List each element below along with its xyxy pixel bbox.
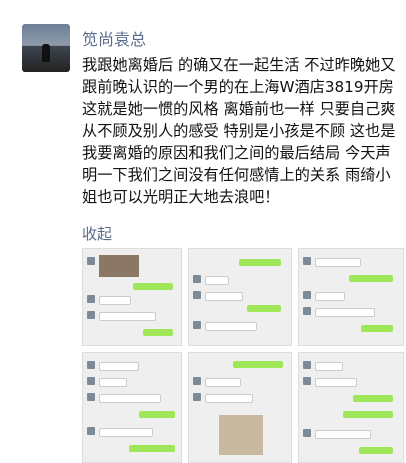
attachment-image-4[interactable]	[82, 352, 182, 463]
attachment-image-5[interactable]	[188, 352, 292, 463]
username[interactable]: 笕尚袁总	[82, 26, 146, 50]
collapse-link[interactable]: 收起	[82, 223, 112, 244]
avatar[interactable]	[22, 24, 70, 72]
attachment-image-1[interactable]	[82, 248, 182, 346]
attachment-image-3[interactable]	[298, 248, 404, 346]
post-text: 我跟她离婚后 的确又在一起生活 不过昨晚她又跟前晚认识的一个男的在上海W酒店38…	[82, 56, 396, 206]
attachment-image-2[interactable]	[188, 248, 292, 346]
attachment-image-6[interactable]	[298, 352, 404, 463]
image-grid	[82, 248, 404, 463]
